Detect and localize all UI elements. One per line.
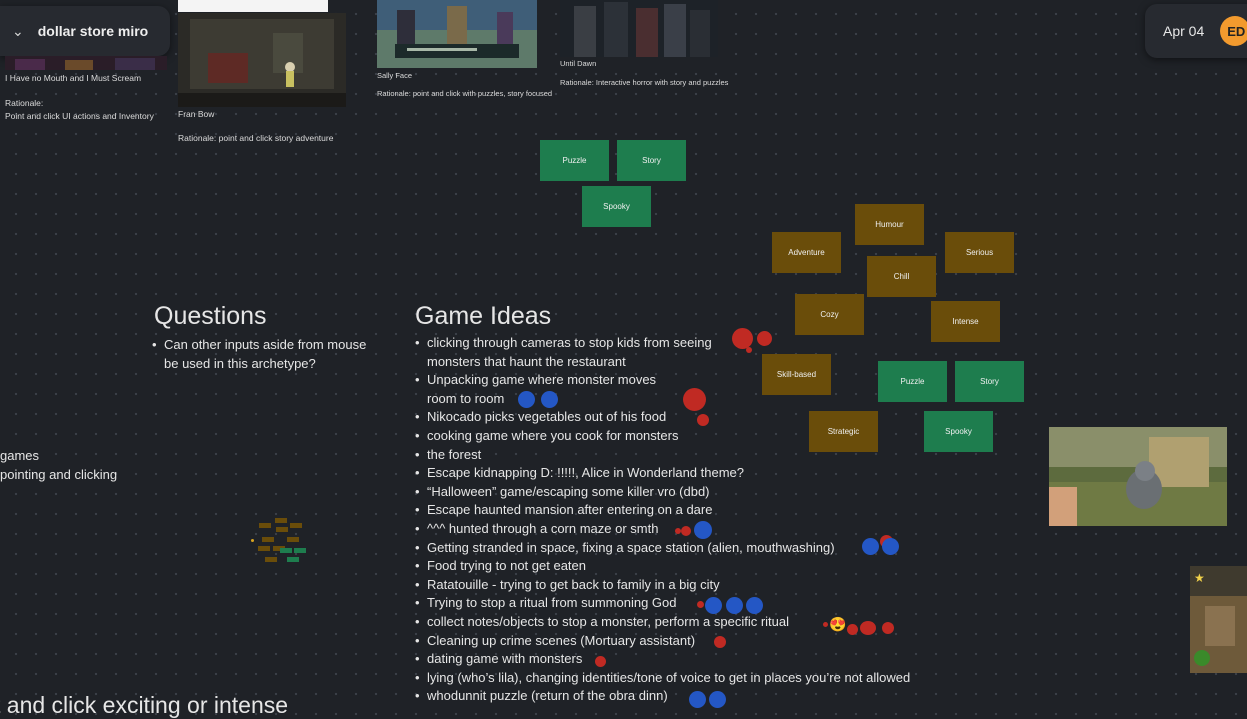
list-item: the forest [415, 446, 910, 465]
reference-image-until-dawn[interactable] [560, 0, 718, 57]
text-fragment: games [0, 448, 40, 463]
vote-dot-red[interactable] [595, 656, 606, 667]
sticky-note-cozy[interactable]: Cozy [795, 294, 864, 335]
vote-dot-blue[interactable] [518, 391, 535, 408]
sticky-note-adventure[interactable]: Adventure [772, 232, 841, 273]
board-title: dollar store miro [37, 23, 149, 39]
vote-dot-red[interactable] [847, 624, 858, 635]
text-fragment: pointing and clicking [0, 467, 118, 482]
vote-dot-red[interactable] [823, 622, 828, 627]
sticky-note-puzzle[interactable]: Puzzle [540, 140, 609, 181]
avatar-initials: ED [1227, 23, 1246, 39]
reference-title: I Have no Mouth and I Must Scream [5, 73, 142, 83]
questions-heading: Questions [154, 302, 267, 330]
reference-rationale: Rationale: point and click story adventu… [178, 133, 334, 143]
vote-dot-blue[interactable] [862, 538, 879, 555]
vote-dot-blue[interactable] [726, 597, 743, 614]
sticky-note-story[interactable]: Story [617, 140, 686, 181]
sticky-note-serious[interactable]: Serious [945, 232, 1014, 273]
avatar[interactable]: ED [1220, 16, 1247, 46]
vote-dot-blue[interactable] [709, 691, 726, 708]
list-item: Escape kidnapping D: !!!!!, Alice in Won… [415, 464, 910, 483]
vote-dot-red[interactable] [714, 636, 726, 648]
svg-text:★: ★ [1194, 571, 1205, 585]
board-title-bar[interactable]: ⌄ dollar store miro [0, 6, 170, 56]
reference-note-card[interactable] [178, 0, 328, 12]
sticky-note-spooky[interactable]: Spooky [924, 411, 993, 452]
list-item: ^^^ hunted through a corn maze or smth [415, 520, 910, 539]
vote-dot-blue[interactable] [882, 538, 899, 555]
vote-dot-red[interactable] [746, 347, 752, 353]
sticky-note-humour[interactable]: Humour [855, 204, 924, 245]
list-item: Ratatouille - trying to get back to fami… [415, 576, 910, 595]
game-ideas-heading: Game Ideas [415, 302, 552, 330]
list-item: “Halloween” game/escaping some killer vr… [415, 483, 910, 502]
list-item: Cleaning up crime scenes (Mortuary assis… [415, 632, 910, 651]
vote-dot-red[interactable] [697, 414, 709, 426]
reference-image-fran-bow[interactable] [178, 13, 346, 107]
list-item: clicking through cameras to stop kids fr… [415, 334, 747, 371]
vote-dot-blue[interactable] [694, 521, 712, 539]
sticky-note-chill[interactable]: Chill [867, 256, 936, 297]
reference-image-ratatouille-game[interactable] [1049, 427, 1227, 526]
list-item: Escape haunted mansion after entering on… [415, 501, 910, 520]
sticky-note-spooky[interactable]: Spooky [582, 186, 651, 227]
reference-rationale: Rationale: Interactive horror with story… [560, 78, 729, 87]
reference-rationale: Rationale: point and click with puzzles,… [377, 89, 553, 98]
chevron-down-icon[interactable]: ⌄ [12, 23, 24, 40]
reference-image-sally-face[interactable] [377, 0, 537, 68]
mini-sticky-cluster[interactable] [250, 515, 310, 567]
vote-dot-red[interactable] [732, 328, 753, 349]
vote-dot-blue[interactable] [541, 391, 558, 408]
list-item: Getting stranded in space, fixing a spac… [415, 539, 910, 558]
list-item: dating game with monsters [415, 650, 910, 669]
reference-image-i-have-no-mouth[interactable] [5, 56, 167, 70]
vote-dot-blue[interactable] [705, 597, 722, 614]
sticky-note-intense[interactable]: Intense [931, 301, 1000, 342]
list-item: lying (who’s lila), changing identities/… [415, 669, 910, 688]
vote-dot-red[interactable] [882, 622, 894, 634]
vote-dot-red[interactable] [757, 331, 772, 346]
list-item: Trying to stop a ritual from summoning G… [415, 594, 910, 613]
list-item: Food trying to not get eaten [415, 557, 910, 576]
reference-image-game-screenshot[interactable]: ★ [1190, 566, 1247, 673]
vote-dot-red[interactable] [697, 601, 704, 608]
list-item: Nikocado picks vegetables out of his foo… [415, 408, 910, 427]
text-fragment-bottom: t and click exciting or intense [0, 692, 289, 718]
board-date: Apr 04 [1163, 23, 1205, 39]
vote-dot-blue[interactable] [689, 691, 706, 708]
heart-eyes-emoji-icon[interactable]: 😍 [829, 616, 846, 632]
vote-dot-red[interactable] [681, 526, 691, 536]
vote-dot-blue[interactable] [746, 597, 763, 614]
reference-title: Sally Face [377, 71, 413, 80]
reference-rationale: Point and click UI actions and Inventory [5, 111, 154, 121]
game-ideas-list: clicking through cameras to stop kids fr… [415, 334, 910, 706]
reference-title: Fran Bow [178, 109, 215, 119]
reference-title: Until Dawn [560, 59, 597, 68]
vote-dot-red[interactable] [683, 388, 706, 411]
questions-list: Can other inputs aside from mouse be use… [152, 336, 377, 373]
sticky-note-story[interactable]: Story [955, 361, 1024, 402]
reference-rationale-label: Rationale: [5, 98, 44, 108]
list-item: whodunnit puzzle (return of the obra din… [415, 687, 910, 706]
list-item: Can other inputs aside from mouse be use… [152, 336, 377, 373]
vote-dot-red[interactable] [860, 621, 876, 635]
date-panel: Apr 04 ED [1145, 4, 1247, 58]
list-item: cooking game where you cook for monsters [415, 427, 910, 446]
